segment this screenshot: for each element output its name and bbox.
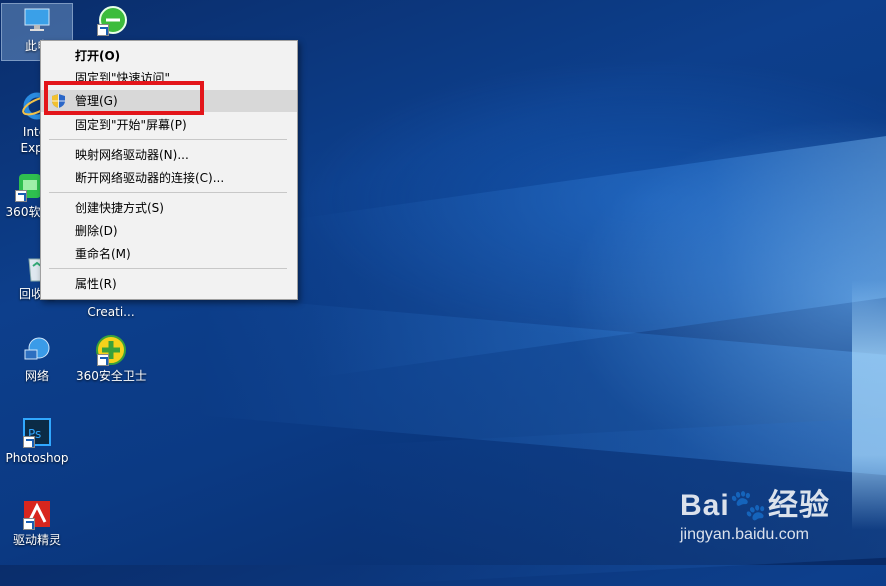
shortcut-arrow-icon — [23, 518, 35, 530]
desktop-icon-label: 网络 — [24, 369, 49, 383]
wallpaper-windows-logo — [852, 280, 886, 530]
desktop-icon-driver-genius[interactable]: 驱动精灵 — [2, 498, 72, 550]
menu-item-label: 删除(D) — [75, 224, 118, 238]
wallpaper-light-beam — [292, 122, 886, 378]
desktop-icon-360-safe[interactable]: 360安全卫士 — [76, 334, 147, 386]
desktop-icon-photoshop[interactable]: Ps Photoshop — [2, 416, 72, 468]
desktop-icon-label: 360安全卫士 — [76, 369, 147, 383]
desktop-icon-label: 驱动精灵 — [12, 533, 61, 547]
shortcut-arrow-icon — [23, 436, 35, 448]
shortcut-arrow-icon — [15, 190, 27, 202]
menu-item-label: 创建快捷方式(S) — [75, 201, 164, 215]
watermark-site: jingyan.baidu.com — [680, 526, 809, 543]
menu-item-label: 重命名(M) — [75, 247, 131, 261]
desktop-icon-label: Photoshop — [5, 451, 69, 465]
menu-separator — [49, 192, 287, 193]
menu-item-open[interactable]: 打开(O) — [41, 45, 297, 67]
menu-separator — [49, 268, 287, 269]
menu-separator — [49, 139, 287, 140]
photoshop-icon: Ps — [21, 416, 53, 448]
menu-item-disconnect-network-drive[interactable]: 断开网络驱动器的连接(C)... — [41, 167, 297, 189]
shortcut-arrow-icon — [97, 354, 109, 366]
green-app-icon — [95, 4, 127, 36]
baidu-jingyan-watermark: Bai🐾经验 jingyan.baidu.com — [680, 480, 830, 544]
wallpaper-light-beam — [196, 295, 886, 485]
desktop-icon-label: Creati... — [87, 305, 135, 319]
menu-item-label: 属性(R) — [75, 277, 117, 291]
menu-item-label: 固定到"开始"屏幕(P) — [75, 118, 187, 132]
desktop-icon-network[interactable]: 网络 — [2, 334, 72, 386]
driver-genius-icon — [21, 498, 53, 530]
menu-item-delete[interactable]: 删除(D) — [41, 220, 297, 242]
menu-item-label: 断开网络驱动器的连接(C)... — [75, 171, 225, 185]
menu-item-rename[interactable]: 重命名(M) — [41, 243, 297, 265]
menu-item-properties[interactable]: 属性(R) — [41, 273, 297, 295]
context-menu: 打开(O) 固定到"快速访问" 管理(G) 固定到"开始"屏幕(P) 映射网络驱… — [40, 40, 298, 300]
computer-icon — [21, 4, 53, 36]
menu-item-label: 打开(O) — [75, 49, 121, 63]
menu-item-label: 映射网络驱动器(N)... — [75, 148, 189, 162]
red-highlight-annotation — [44, 81, 204, 115]
menu-item-create-shortcut[interactable]: 创建快捷方式(S) — [41, 197, 297, 219]
menu-item-pin-start[interactable]: 固定到"开始"屏幕(P) — [41, 114, 297, 136]
menu-item-map-network-drive[interactable]: 映射网络驱动器(N)... — [41, 144, 297, 166]
network-icon — [21, 334, 53, 366]
360-safe-icon — [95, 334, 127, 366]
watermark-brand: Bai🐾经验 — [680, 489, 831, 522]
shortcut-arrow-icon — [97, 24, 109, 36]
